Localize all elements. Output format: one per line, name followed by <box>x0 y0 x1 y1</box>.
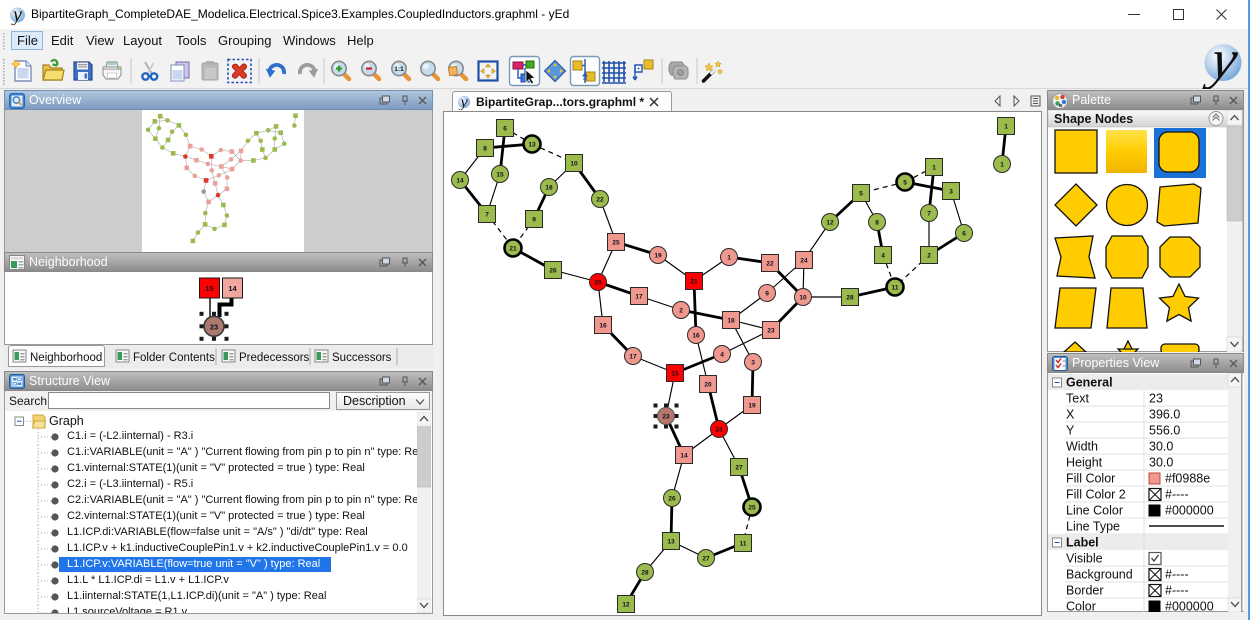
svg-text:9: 9 <box>765 290 769 297</box>
svg-text:18: 18 <box>727 317 735 324</box>
svg-text:Color: Color <box>1066 600 1096 613</box>
svg-text:Neighborhood: Neighborhood <box>30 352 102 364</box>
svg-text:23: 23 <box>767 327 775 334</box>
svg-text:Fill Color: Fill Color <box>1066 472 1115 486</box>
svg-text:Fill Color 2: Fill Color 2 <box>1066 488 1126 502</box>
svg-text:2: 2 <box>679 307 683 314</box>
svg-text:25: 25 <box>612 239 620 246</box>
svg-text:General: General <box>1066 376 1113 390</box>
svg-text:X: X <box>1066 408 1075 422</box>
svg-text:y: y <box>459 93 469 110</box>
svg-text:Width: Width <box>1066 440 1098 454</box>
svg-text:18: 18 <box>545 184 553 191</box>
svg-text:Y: Y <box>1066 424 1075 438</box>
svg-text:#----: #---- <box>1165 584 1189 598</box>
svg-text:14: 14 <box>228 284 237 293</box>
svg-text:13: 13 <box>667 538 675 545</box>
svg-text:Line Type: Line Type <box>1066 520 1120 534</box>
svg-text:Text: Text <box>1066 392 1089 406</box>
svg-text:30.0: 30.0 <box>1149 440 1173 454</box>
svg-text:26: 26 <box>668 495 676 502</box>
svg-text:8: 8 <box>483 145 487 152</box>
svg-text:21: 21 <box>690 278 698 285</box>
svg-text:Border: Border <box>1066 584 1104 598</box>
svg-text:8: 8 <box>875 219 879 226</box>
svg-text:1:1: 1:1 <box>394 66 404 73</box>
svg-text:3: 3 <box>751 359 755 366</box>
svg-text:16: 16 <box>599 322 607 329</box>
svg-text:1: 1 <box>1000 161 1004 168</box>
svg-text:6: 6 <box>503 125 507 132</box>
svg-text:2: 2 <box>927 252 931 259</box>
svg-text:11: 11 <box>740 540 747 547</box>
svg-text:#000000: #000000 <box>1165 600 1214 613</box>
svg-text:7: 7 <box>927 210 931 217</box>
svg-text:4: 4 <box>720 351 724 358</box>
svg-text:16: 16 <box>692 332 700 339</box>
svg-text:14: 14 <box>456 177 464 184</box>
svg-text:1: 1 <box>1004 123 1008 130</box>
svg-text:23: 23 <box>1149 392 1163 406</box>
svg-text:y: y <box>11 4 22 25</box>
svg-text:23: 23 <box>662 413 670 420</box>
svg-text:17: 17 <box>635 293 643 300</box>
svg-text:11: 11 <box>892 284 899 291</box>
svg-text:17: 17 <box>629 353 637 360</box>
svg-text:27: 27 <box>702 555 710 562</box>
svg-text:#----: #---- <box>1165 488 1189 502</box>
svg-text:396.0: 396.0 <box>1149 408 1180 422</box>
svg-text:28: 28 <box>641 569 649 576</box>
svg-text:15: 15 <box>671 370 679 377</box>
svg-text:9: 9 <box>532 216 536 223</box>
svg-text:Successors: Successors <box>332 352 392 364</box>
svg-text:10: 10 <box>799 294 807 301</box>
svg-text:20: 20 <box>594 279 602 286</box>
svg-text:Shape Nodes: Shape Nodes <box>1054 112 1133 126</box>
svg-text:1: 1 <box>727 254 731 261</box>
svg-text:19: 19 <box>748 402 756 409</box>
svg-text:6: 6 <box>962 230 966 237</box>
svg-text:22: 22 <box>596 196 604 203</box>
svg-text:23: 23 <box>210 322 218 331</box>
svg-text:30.0: 30.0 <box>1149 456 1173 470</box>
svg-text:22: 22 <box>766 260 774 267</box>
svg-text:15: 15 <box>496 171 504 178</box>
svg-text:21: 21 <box>509 245 517 252</box>
svg-text:15: 15 <box>205 284 213 293</box>
svg-text:Background: Background <box>1066 568 1133 582</box>
svg-text:#f0988e: #f0988e <box>1165 472 1210 486</box>
svg-text:5: 5 <box>903 179 907 186</box>
svg-text:12: 12 <box>622 601 630 608</box>
svg-text:14: 14 <box>680 452 688 459</box>
svg-text:25: 25 <box>748 504 756 511</box>
svg-text:#----: #---- <box>1165 568 1189 582</box>
svg-text:3: 3 <box>949 188 953 195</box>
svg-text:Label: Label <box>1066 536 1099 550</box>
svg-text:556.0: 556.0 <box>1149 424 1180 438</box>
svg-text:Folder Contents: Folder Contents <box>133 352 215 364</box>
svg-text:5: 5 <box>859 190 863 197</box>
svg-text:7: 7 <box>485 211 489 218</box>
svg-text:12: 12 <box>826 219 834 226</box>
svg-text:28: 28 <box>846 294 854 301</box>
svg-text:10: 10 <box>570 160 578 167</box>
svg-text:27: 27 <box>735 464 743 471</box>
svg-text:13: 13 <box>528 141 536 148</box>
svg-text:24: 24 <box>715 426 723 433</box>
svg-text:1: 1 <box>932 164 936 171</box>
svg-text:#000000: #000000 <box>1165 504 1214 518</box>
svg-text:Predecessors: Predecessors <box>239 352 310 364</box>
svg-text:Visible: Visible <box>1066 552 1103 566</box>
svg-text:Line Color: Line Color <box>1066 504 1123 518</box>
svg-text:Height: Height <box>1066 456 1103 470</box>
svg-text:26: 26 <box>549 267 557 274</box>
svg-text:24: 24 <box>800 257 808 264</box>
svg-text:20: 20 <box>704 381 712 388</box>
svg-text:19: 19 <box>654 252 662 259</box>
svg-text:4: 4 <box>881 252 885 259</box>
